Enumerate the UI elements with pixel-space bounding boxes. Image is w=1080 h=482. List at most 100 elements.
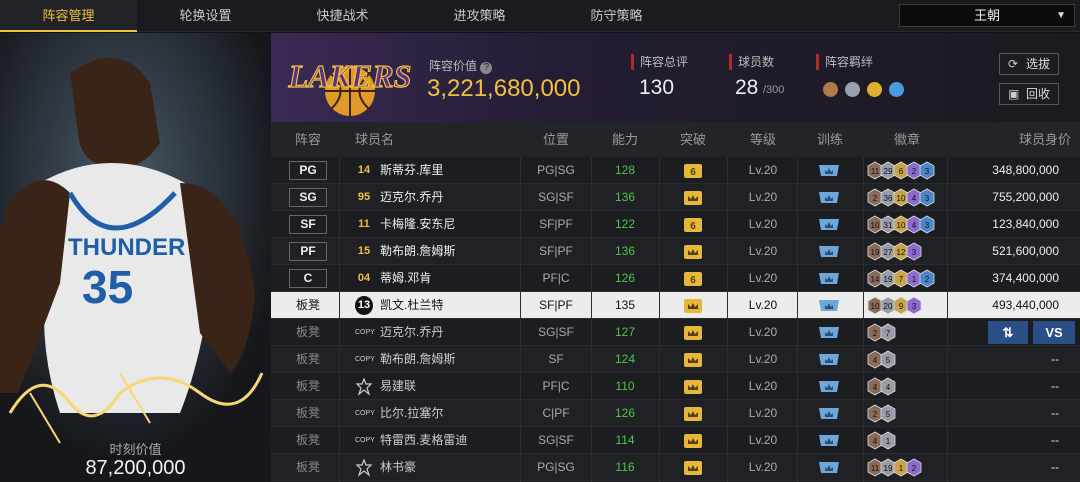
svg-text:6: 6 (899, 167, 904, 176)
badge-icon: 3 (906, 242, 922, 261)
lineup-value-label: 阵容价值 ? (429, 57, 493, 74)
bond-icon (823, 82, 838, 97)
recycle-button[interactable]: ▣ 回收 (999, 83, 1059, 105)
svg-text:2: 2 (925, 275, 930, 284)
player-position: SG|SF (538, 433, 574, 447)
copy-tag: COPY (355, 329, 375, 336)
player-value: 521,600,000 (992, 244, 1059, 258)
player-ability: 136 (614, 190, 636, 204)
player-dropdown-value: 王朝 (973, 8, 1000, 23)
table-row[interactable]: 板凳 COPY 迈克尔.乔丹 SG|SF 127 Lv.20 2 7 ⇅ VS (271, 319, 1080, 346)
jersey-number: 04 (357, 272, 371, 284)
svg-text:9: 9 (899, 302, 904, 311)
svg-text:2: 2 (912, 464, 917, 473)
svg-text:2: 2 (873, 410, 878, 419)
player-name: 特雷西.麦格雷迪 (380, 433, 468, 447)
table-row[interactable]: SG 95 迈克尔.乔丹 SG|SF 136 Lv.20 2 36 10 4 3 755,200,00… (271, 184, 1080, 211)
player-count-max: /300 (763, 84, 785, 96)
player-name: 蒂姆.邓肯 (380, 271, 432, 285)
bond-icons[interactable] (823, 80, 913, 100)
badge-icon: 2 (906, 458, 922, 477)
table-row[interactable]: 板凳 林书豪 PG|SG 116 Lv.20 11 19 1 2 -- (271, 454, 1080, 481)
vs-button[interactable]: VS (1033, 321, 1075, 344)
player-level: Lv.20 (748, 298, 778, 312)
player-value: 348,800,000 (992, 163, 1059, 177)
player-ability: 136 (614, 244, 636, 258)
player-ability: 128 (614, 163, 636, 177)
training-icon (819, 192, 839, 203)
player-position: SF|PF (539, 244, 573, 258)
svg-text:31: 31 (884, 221, 893, 230)
training-icon (819, 165, 839, 176)
table-row[interactable]: SF 11 卡梅隆.安东尼 SF|PF 122 6 Lv.20 10 31 10 4 3 123,840… (271, 211, 1080, 238)
table-row[interactable]: 板凳 易建联 PF|C 110 Lv.20 4 4 -- (271, 373, 1080, 400)
slot-bench: 板凳 (295, 460, 320, 474)
player-name: 凯文.杜兰特 (380, 298, 444, 312)
training-icon (819, 354, 839, 365)
crown-icon (684, 326, 702, 340)
col-breakthrough: 突破 (679, 132, 706, 147)
player-position: SG|SF (538, 325, 574, 339)
player-level: Lv.20 (748, 217, 778, 231)
svg-text:12: 12 (897, 248, 906, 257)
table-row[interactable]: PG 14 斯蒂芬.库里 PG|SG 128 6 Lv.20 11 29 6 2 3 348,800,0… (271, 157, 1080, 184)
svg-text:3: 3 (912, 302, 917, 311)
player-level: Lv.20 (748, 379, 778, 393)
select-button[interactable]: ⟳ 选拔 (999, 53, 1059, 75)
player-portrait: THUNDER 35 (0, 33, 271, 482)
star-icon (355, 458, 373, 477)
recycle-icon: ▣ (1008, 87, 1020, 101)
svg-text:10: 10 (897, 194, 906, 203)
swap-button[interactable]: ⇅ (988, 321, 1028, 344)
svg-text:2: 2 (873, 194, 878, 203)
svg-text:27: 27 (884, 248, 893, 257)
jersey-number: 95 (357, 191, 371, 203)
table-row[interactable]: 板凳 13 凯文.杜兰特 SF|PF 135 Lv.20 10 20 9 3 493,440,000 (271, 292, 1080, 319)
svg-text:19: 19 (871, 248, 880, 257)
table-row[interactable]: 板凳 COPY 勒布朗.詹姆斯 SF 124 Lv.20 4 5 -- (271, 346, 1080, 373)
svg-text:3: 3 (912, 248, 917, 257)
training-icon (819, 246, 839, 257)
player-position: PG|SG (537, 460, 575, 474)
tab-lineup[interactable]: 阵容管理 (0, 0, 137, 32)
bond-icon (889, 82, 904, 97)
star-icon (355, 377, 373, 396)
col-training: 训练 (816, 132, 843, 147)
player-card[interactable]: THUNDER 35 时刻价值 87,200,000 (0, 33, 271, 482)
player-name: 迈克尔.乔丹 (380, 190, 444, 204)
col-ability: 能力 (611, 132, 638, 147)
player-level: Lv.20 (748, 163, 778, 177)
player-ability: 122 (614, 217, 636, 231)
player-value: 123,840,000 (992, 217, 1059, 231)
slot-badge: PG (289, 161, 327, 180)
bond-icon (867, 82, 882, 97)
svg-text:2: 2 (912, 167, 917, 176)
player-position: SF (548, 352, 564, 366)
tab-tactics[interactable]: 快捷战术 (274, 0, 411, 32)
team-logo-text: LAKERS (288, 58, 412, 94)
svg-text:7: 7 (899, 275, 904, 284)
player-value: 493,440,000 (992, 298, 1059, 312)
slot-badge: SG (289, 188, 327, 207)
help-icon[interactable]: ? (480, 62, 493, 74)
breakthrough-badge: 6 (684, 272, 702, 286)
tab-offense[interactable]: 进攻策略 (411, 0, 548, 32)
player-dropdown[interactable]: 王朝 ▼ (899, 4, 1075, 27)
table-row[interactable]: 板凳 COPY 比尔.拉塞尔 C|PF 126 Lv.20 2 5 -- (271, 400, 1080, 427)
table-row[interactable]: PF 15 勒布朗.詹姆斯 SF|PF 136 Lv.20 19 27 12 3 521,600,0… (271, 238, 1080, 265)
player-position: PF|C (542, 271, 570, 285)
top-tab-bar: 阵容管理 轮换设置 快捷战术 进攻策略 防守策略 王朝 ▼ (0, 0, 1080, 32)
table-row[interactable]: C 04 蒂姆.邓肯 PF|C 126 6 Lv.20 14 19 7 1 2 374,400,000 (271, 265, 1080, 292)
jersey-number: 14 (357, 164, 371, 176)
tab-defense[interactable]: 防守策略 (548, 0, 685, 32)
jersey-number: 11 (358, 218, 370, 230)
player-ability: 126 (614, 271, 636, 285)
svg-text:11: 11 (871, 464, 880, 473)
player-count: 28 (735, 76, 759, 99)
col-value: 球员身价 (1018, 132, 1071, 147)
lineup-summary: LAKERS 阵容价值 ? 3,221,680,000 阵容总评 130 球员数… (271, 33, 1080, 122)
table-row[interactable]: 板凳 COPY 特雷西.麦格雷迪 SG|SF 114 Lv.20 4 1 -- (271, 427, 1080, 454)
tab-rotation[interactable]: 轮换设置 (137, 0, 274, 32)
count-label: 球员数 (729, 54, 774, 70)
jersey-number: 15 (357, 245, 371, 257)
